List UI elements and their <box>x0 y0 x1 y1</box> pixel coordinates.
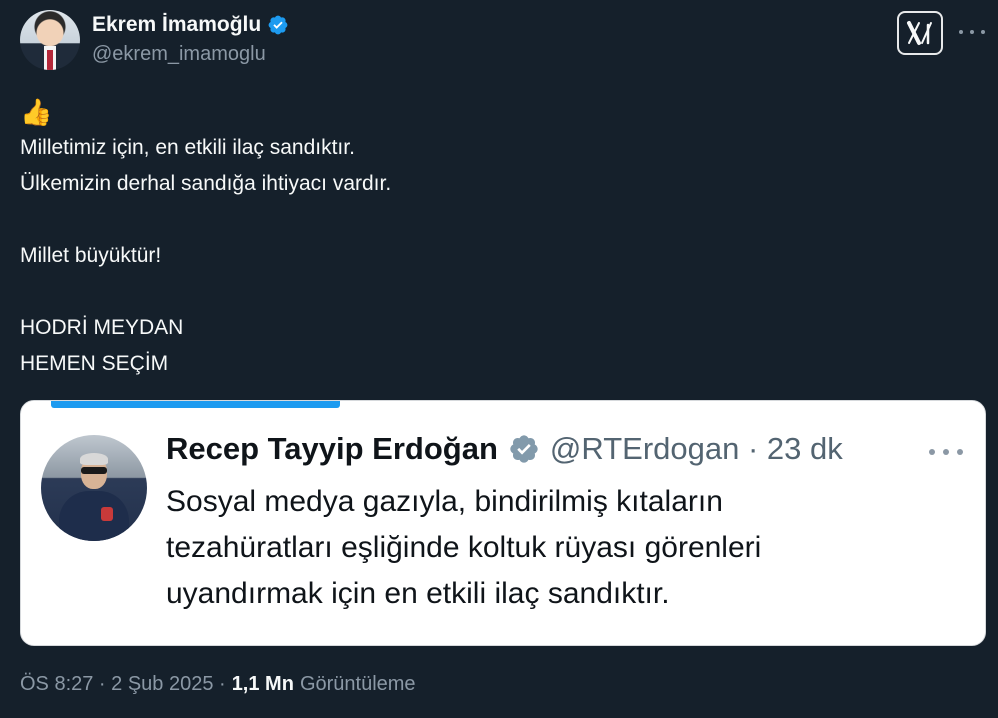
quoted-handle-time[interactable]: @RTErdogan · 23 dk <box>550 431 843 467</box>
views-label: Görüntüleme <box>299 673 416 695</box>
quoted-display-name[interactable]: Recep Tayyip Erdoğan <box>166 431 498 467</box>
x-logo-button[interactable] <box>897 11 943 55</box>
author-name-row: Ekrem İmamoğlu <box>92 13 289 37</box>
more-dot <box>929 449 935 455</box>
quoted-line: tezahüratları eşliğinde koltuk rüyası gö… <box>166 531 762 564</box>
more-options-button[interactable] <box>959 22 985 42</box>
quoted-more-icon[interactable] <box>929 449 963 457</box>
verified-badge-icon <box>268 15 288 35</box>
more-dot <box>957 449 963 455</box>
tweet-line: Milletimiz için, en etkili ilaç sandıktı… <box>20 136 355 159</box>
more-dot <box>943 449 949 455</box>
tweet-text: 👍 Milletimiz için, en etkili ilaç sandık… <box>20 94 960 382</box>
quoted-line: Sosyal medya gazıyla, bindirilmiş kıtala… <box>166 485 723 518</box>
tweet-line: Ülkemizin derhal sandığa ihtiyacı vardır… <box>20 172 392 195</box>
more-dot <box>981 30 985 34</box>
tweet-line <box>20 274 960 310</box>
x-logo-icon <box>907 21 932 45</box>
avatar-jacket <box>59 491 129 541</box>
author-handle[interactable]: @ekrem_imamoglu <box>92 43 266 66</box>
quoted-line: uyandırmak için en etkili ilaç sandıktır… <box>166 577 670 610</box>
author-display-name[interactable]: Ekrem İmamoğlu <box>92 13 261 37</box>
avatar-glasses <box>81 467 107 474</box>
tweet-line: HEMEN SEÇİM <box>20 352 169 375</box>
author-avatar[interactable] <box>20 10 80 70</box>
tweet-line: HODRİ MEYDAN <box>20 316 184 339</box>
tweet-line <box>20 202 960 238</box>
thumbs-up-icon: 👍 <box>20 97 53 127</box>
avatar-badge <box>101 507 113 521</box>
avatar-tie <box>47 50 53 70</box>
quoted-text: Sosyal medya gazıyla, bindirilmiş kıtala… <box>166 479 966 617</box>
avatar-hair <box>80 453 108 465</box>
tweet-line: Millet büyüktür! <box>20 244 162 267</box>
quoted-author-avatar[interactable] <box>41 435 147 541</box>
more-dot <box>970 30 974 34</box>
progress-bar <box>51 401 341 408</box>
tweet-timestamp[interactable]: ÖS 8:27 · 2 Şub 2025 · <box>20 673 226 696</box>
more-dot <box>959 30 963 34</box>
verified-badge-icon <box>510 435 538 463</box>
tweet-header: Ekrem İmamoğlu @ekrem_imamoglu <box>20 10 985 72</box>
progress-track <box>21 401 985 408</box>
quoted-tweet-card[interactable]: Recep Tayyip Erdoğan @RTErdogan · 23 dk … <box>20 400 986 646</box>
tweet-footer: ÖS 8:27 · 2 Şub 2025 · 1,1 Mn Görüntülem… <box>20 673 416 696</box>
quoted-header: Recep Tayyip Erdoğan @RTErdogan · 23 dk <box>166 431 843 467</box>
tweet-emoji-line: 👍 <box>20 94 960 130</box>
views-count: 1,1 Mn <box>231 673 294 695</box>
